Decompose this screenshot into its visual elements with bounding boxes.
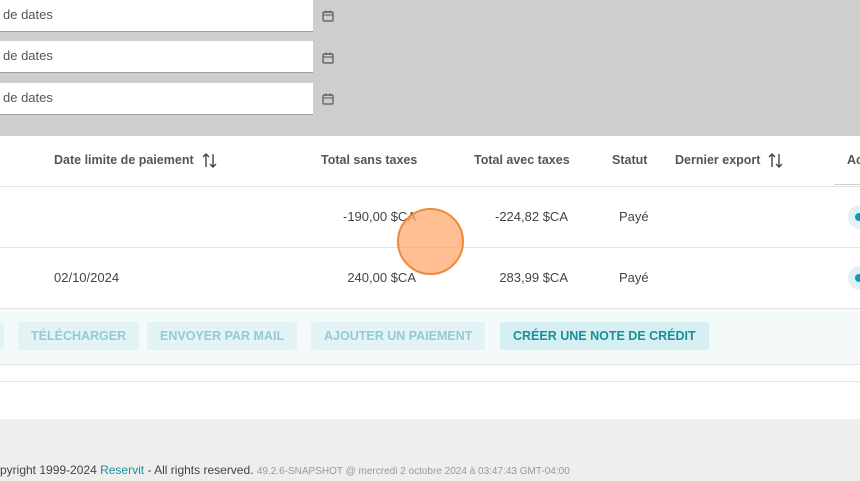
row-divider [0,381,860,382]
footer-version: 49.2.6-SNAPSHOT @ mercredi 2 octobre 202… [256,466,570,477]
footer-copyright: pyright 1999-2024 [0,463,97,477]
footer-rights: - All rights reserved. [147,463,254,477]
column-header-actions: Ac [847,153,860,167]
create-credit-note-button[interactable]: Créer une note de crédit [500,322,709,350]
column-header-total-excl-tax[interactable]: Total sans taxes [321,153,417,167]
action-button-partial[interactable] [0,322,4,350]
column-header-total-incl-tax[interactable]: Total avec taxes [474,153,570,167]
sort-icon[interactable] [768,152,783,169]
calendar-icon[interactable] [322,10,334,22]
footer: pyright 1999-2024 Reservit - All rights … [0,463,570,477]
column-header-last-export[interactable]: Dernier export [675,153,760,167]
download-button[interactable]: Télécharger [18,322,140,350]
reservit-link[interactable]: Reservit [100,463,144,477]
row-divider [0,186,860,187]
date-range-input-3[interactable]: de dates [0,83,313,115]
cell-total-incl-tax: -224,82 $CA [495,209,568,224]
cell-total-excl-tax: 240,00 $CA [347,270,416,285]
cell-status: Payé [619,270,649,285]
date-range-input-1[interactable]: de dates [0,0,313,32]
add-payment-button[interactable]: Ajouter un paiement [311,322,486,350]
row-divider [0,247,860,248]
cell-total-excl-tax: -190,00 $CA [343,209,416,224]
invoices-table [0,136,860,419]
date-range-input-2[interactable]: de dates [0,41,313,73]
send-email-button[interactable]: Envoyer par mail [147,322,298,350]
calendar-icon[interactable] [322,93,334,105]
cell-due-date: 02/10/2024 [54,270,120,285]
cell-total-incl-tax: 283,99 $CA [499,270,568,285]
column-header-status[interactable]: Statut [612,153,647,167]
filter-panel: de dates de dates de dates [0,0,860,136]
header-divider [834,184,860,185]
column-header-due-date[interactable]: Date limite de paiement [54,153,194,167]
cell-status: Payé [619,209,649,224]
row-divider [0,364,860,365]
calendar-icon[interactable] [322,52,334,64]
sort-icon[interactable] [202,152,217,169]
